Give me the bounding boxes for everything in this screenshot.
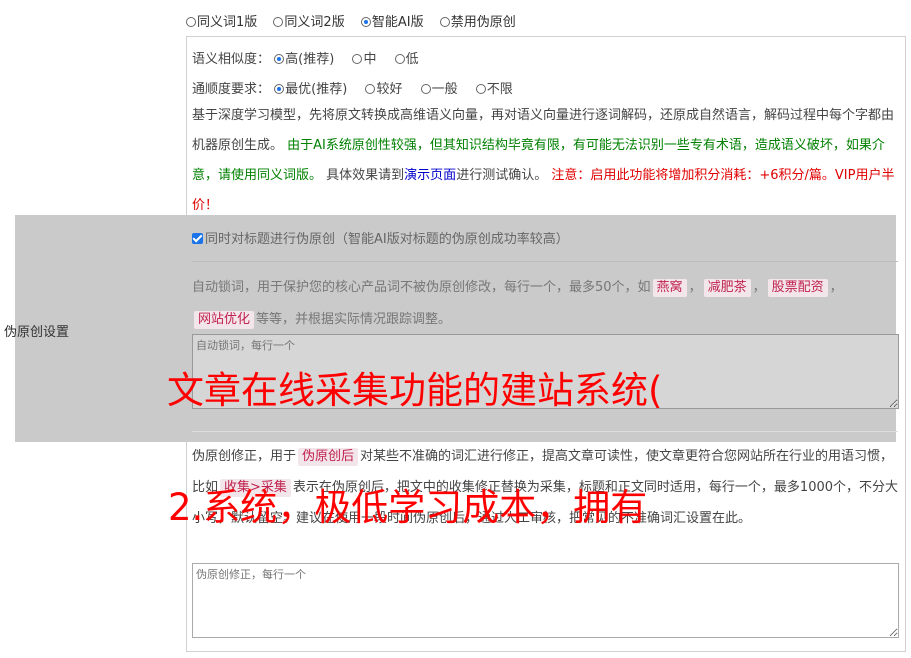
radio-icon xyxy=(186,17,196,27)
radio-selected-icon xyxy=(360,17,371,27)
mode-option-synonym1[interactable]: 同义词1版 xyxy=(186,15,257,30)
example-tag: 股票配资 xyxy=(767,279,828,297)
overlay-headline: 文章在线采集功能的建站系统( xyxy=(167,369,663,412)
radio-icon xyxy=(394,54,405,64)
ai-mode-description: 基于深度学习模型，先将原文转换成高维语义向量，再对语义向量进行逐词解码，还原成自… xyxy=(192,108,895,213)
overlay-headline: 2.系统，极低学习成本，拥有 xyxy=(168,486,648,529)
fluency-option-best[interactable]: 最优(推荐) xyxy=(274,82,347,97)
fluency-option-unlimited[interactable]: 不限 xyxy=(475,82,513,97)
similarity-option-medium[interactable]: 中 xyxy=(352,52,376,67)
checkbox-checked-icon[interactable] xyxy=(192,233,203,244)
similarity-option-low[interactable]: 低 xyxy=(394,52,419,67)
divider xyxy=(192,431,898,432)
radio-icon xyxy=(273,17,284,27)
fluency-option-good[interactable]: 较好 xyxy=(365,82,402,97)
mode-option-disable[interactable]: 禁用伪原创 xyxy=(439,15,516,30)
similarity-option-high[interactable]: 高(推荐) xyxy=(274,52,334,67)
example-tag: 减肥茶 xyxy=(703,279,751,297)
radio-icon xyxy=(439,17,450,27)
radio-icon xyxy=(365,84,376,94)
lock-words-description: 自动锁词，用于保护您的核心产品词不被伪原创修改，每行一个，最多50个，如 燕窝，减… xyxy=(192,279,843,329)
pseudo-mode-radio-group: 同义词1版 同义词2版 智能AI版 禁用伪原创 xyxy=(186,11,528,30)
fluency-option-normal[interactable]: 一般 xyxy=(420,82,458,97)
similarity-row: 语义相似度： 高(推荐) 中 低 xyxy=(192,48,419,67)
mode-option-synonym2[interactable]: 同义词2版 xyxy=(273,15,345,30)
example-tag: 伪原创后 xyxy=(298,448,359,466)
fluency-label: 通顺度要求： xyxy=(192,82,271,97)
similarity-label: 语义相似度： xyxy=(192,52,271,67)
fluency-row: 通顺度要求： 最优(推荐) 较好 一般 不限 xyxy=(192,78,513,97)
radio-selected-icon xyxy=(274,84,285,94)
fix-words-input[interactable] xyxy=(192,563,899,638)
radio-selected-icon xyxy=(274,54,285,64)
demo-page-link[interactable]: 演示页面 xyxy=(404,168,456,183)
example-tag: 网站优化 xyxy=(194,311,255,329)
example-tag: 燕窝 xyxy=(652,279,687,297)
pseudo-original-settings-label: 伪原创设置 xyxy=(4,325,70,340)
mode-option-ai[interactable]: 智能AI版 xyxy=(360,15,424,30)
radio-icon xyxy=(420,84,431,94)
radio-icon xyxy=(352,54,363,64)
divider xyxy=(192,261,898,262)
radio-icon xyxy=(475,84,486,94)
title-pseudo-option[interactable]: 同时对标题进行伪原创（智能AI版对标题的伪原创成功率较高） xyxy=(192,228,569,247)
